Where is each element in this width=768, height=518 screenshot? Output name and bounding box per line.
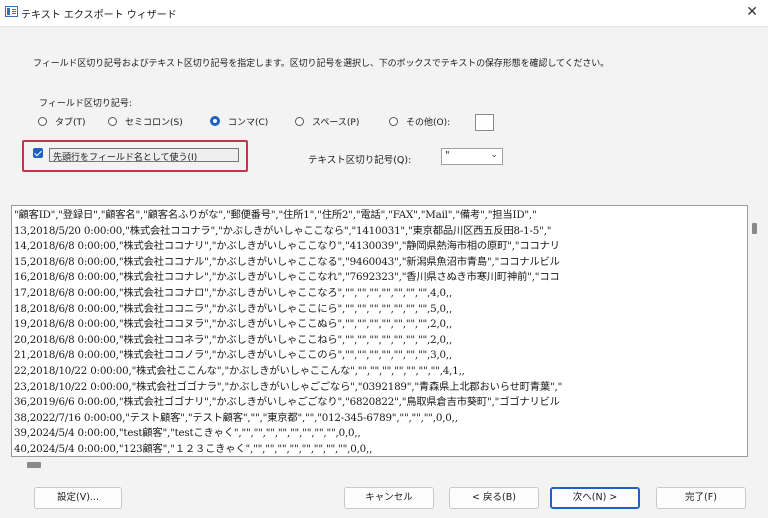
field-delimiter-label: フィールド区切り記号: [39, 99, 132, 109]
radio-label: セミコロン(S) [125, 117, 183, 128]
close-icon[interactable]: ✕ [746, 4, 758, 20]
preview-line: 16,2018/6/8 0:00:00,"株式会社ココナレ","かぶしきがいしゃ… [14, 271, 560, 284]
title-bar: テキスト エクスポート ウィザード ✕ [0, 0, 768, 27]
preview-line: 15,2018/6/8 0:00:00,"株式会社ココナル","かぶしきがいしゃ… [14, 255, 560, 268]
preview-line: 17,2018/6/8 0:00:00,"株式会社ココナロ","かぶしきがいしゃ… [14, 287, 453, 299]
first-row-checkbox[interactable] [33, 148, 43, 158]
preview-line: 39,2024/5/4 0:00:00,"test顧客","testこきゃく",… [14, 427, 361, 440]
radio-comma[interactable]: コンマ(C) [210, 113, 268, 129]
first-row-label-box[interactable]: 先頭行をフィールド名として使う(I) [49, 148, 239, 163]
radio-button[interactable] [38, 116, 47, 126]
radio-button[interactable] [108, 116, 117, 126]
preview-line: 19,2018/6/8 0:00:00,"株式会社ココヌラ","かぶしきがいしゃ… [14, 318, 453, 331]
preview-line: 38,2022/7/16 0:00:00,"テスト顧客","テスト顧客","",… [14, 411, 458, 424]
text-qualifier-value: " [445, 150, 450, 161]
first-row-checkbox-label: 先頭行をフィールド名として使う(I) [53, 153, 198, 163]
radio-semicolon[interactable]: セミコロン(S) [108, 113, 183, 129]
vertical-scrollbar[interactable] [749, 205, 761, 457]
preview-line: 22,2018/10/22 0:00:00,"株式会社ここんな","かぶしきがい… [14, 365, 465, 377]
preview-line: "顧客ID","登録日","顧客名","顧客名ふりがな","郵便番号","住所1… [14, 209, 537, 221]
text-qualifier-select[interactable]: " ⌄ [441, 148, 503, 165]
radio-label: タブ(T) [55, 117, 86, 128]
preview-line: 13,2018/5/20 0:00:00,"株式会社ココナラ","かぶしきがいし… [14, 224, 552, 237]
radio-tab[interactable]: タブ(T) [38, 113, 86, 129]
radio-label: コンマ(C) [228, 117, 269, 128]
preview-line: 21,2018/6/8 0:00:00,"株式会社ココノラ","かぶしきがいしゃ… [14, 349, 453, 362]
chevron-down-icon[interactable]: ⌄ [490, 150, 498, 160]
next-button[interactable]: 次へ(N) > [550, 487, 640, 509]
app-icon [5, 6, 18, 17]
radio-button-selected[interactable] [210, 116, 220, 126]
preview-line: 18,2018/6/8 0:00:00,"株式会社ココニラ","かぶしきがいしゃ… [14, 302, 453, 315]
preview-line: 23,2018/10/22 0:00:00,"株式会社ゴゴナラ","かぶしきがい… [14, 380, 563, 393]
back-button[interactable]: < 戻る(B) [449, 487, 539, 509]
radio-button[interactable] [295, 116, 304, 126]
finish-button[interactable]: 完了(F) [656, 487, 746, 509]
preview-line: 40,2024/5/4 0:00:00,"123顧客","１２３こきゃく",""… [14, 443, 373, 455]
radio-button[interactable] [389, 116, 398, 126]
radio-other[interactable]: その他(O): [389, 113, 450, 129]
cancel-button[interactable]: キャンセル [344, 487, 434, 509]
text-qualifier-label: テキスト区切り記号(Q): [308, 155, 412, 166]
horizontal-scroll-thumb[interactable] [27, 462, 41, 468]
radio-label: その他(O): [406, 117, 451, 128]
radio-space[interactable]: スペース(P) [295, 113, 359, 129]
radio-label: スペース(P) [312, 117, 360, 128]
preview-line: 14,2018/6/8 0:00:00,"株式会社ココナリ","かぶしきがいしゃ… [14, 240, 560, 253]
other-delimiter-input[interactable] [475, 114, 494, 131]
settings-button[interactable]: 設定(V)... [34, 487, 122, 509]
preview-line: 36,2019/6/6 0:00:00,"株式会社ゴゴナリ","かぶしきがいしゃ… [14, 396, 560, 409]
export-preview-box[interactable]: "顧客ID","登録日","顧客名","顧客名ふりがな","郵便番号","住所1… [11, 205, 748, 457]
preview-line: 20,2018/6/8 0:00:00,"株式会社ココネラ","かぶしきがいしゃ… [14, 333, 453, 346]
vertical-scroll-thumb[interactable] [752, 223, 757, 234]
instruction-text: フィールド区切り記号およびテキスト区切り記号を指定します。区切り記号を選択し、下… [33, 59, 610, 69]
horizontal-scrollbar[interactable] [11, 459, 748, 470]
window-title: テキスト エクスポート ウィザード [21, 10, 177, 21]
